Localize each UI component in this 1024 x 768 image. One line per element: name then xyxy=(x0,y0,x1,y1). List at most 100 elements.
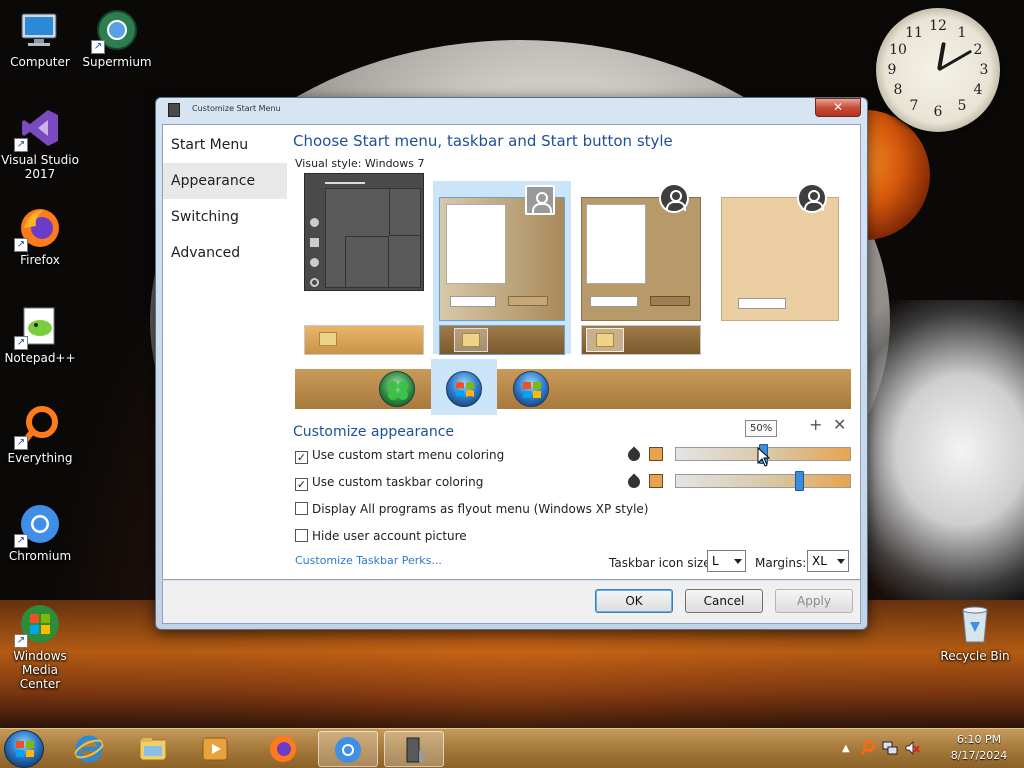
dialog-titlebar[interactable]: Customize Start Menu ✕ xyxy=(156,98,867,122)
checkbox-hide-user-picture[interactable]: Hide user account picture xyxy=(295,529,595,545)
clock-number: 4 xyxy=(973,82,983,98)
apply-button[interactable]: Apply xyxy=(775,589,853,613)
desktop-icon-computer[interactable]: Computer xyxy=(0,8,80,69)
clock-time: 6:10 PM xyxy=(956,733,1002,746)
start-button-windows-8[interactable] xyxy=(513,371,549,407)
start-button-clover[interactable] xyxy=(379,371,415,407)
taskbar-customize-start-menu[interactable] xyxy=(384,731,444,767)
shortcut-arrow-icon: ↗ xyxy=(14,436,28,450)
style-thumbnail-classic[interactable] xyxy=(721,197,839,321)
checkbox-box[interactable]: ✓ xyxy=(295,451,308,464)
taskbar-preview-classic[interactable] xyxy=(581,325,701,355)
nav-switching[interactable]: Switching xyxy=(163,199,287,235)
checkbox-label: Hide user account picture xyxy=(312,529,467,543)
clock-number: 9 xyxy=(887,62,897,78)
desktop-icon-label: Visual Studio 2017 xyxy=(1,153,79,181)
taskbar-color-swatch[interactable] xyxy=(649,474,663,488)
desktop-icon-label: Computer xyxy=(10,55,70,69)
search-box-preview xyxy=(738,298,786,309)
visual-studio-icon: ↗ xyxy=(14,106,62,152)
network-icon[interactable] xyxy=(882,740,898,756)
shortcut-arrow-icon: ↗ xyxy=(14,634,28,648)
desktop-icon-visual-studio[interactable]: ↗ Visual Studio 2017 xyxy=(0,106,80,181)
mouse-cursor-icon xyxy=(757,447,771,467)
checkbox-label: Display All programs as flyout menu (Win… xyxy=(312,502,649,516)
ok-button[interactable]: OK xyxy=(595,589,673,613)
internet-explorer-icon xyxy=(74,735,104,763)
desktop-icon-recycle-bin[interactable]: Recycle Bin xyxy=(935,602,1015,663)
taskbar-preview-windows-7[interactable] xyxy=(439,325,565,355)
slider-thumb[interactable] xyxy=(795,471,804,491)
windows-logo-icon xyxy=(16,741,34,757)
start-menu-app-icon xyxy=(406,737,425,763)
checkbox-box[interactable] xyxy=(295,529,308,542)
nav-appearance[interactable]: Appearance xyxy=(163,163,287,199)
supermium-icon: ↗ xyxy=(91,8,139,54)
margins-dropdown[interactable]: XL xyxy=(807,550,849,572)
clock-number: 11 xyxy=(905,25,923,41)
cancel-button[interactable]: Cancel xyxy=(685,589,763,613)
taskbar-preview-windows-10[interactable] xyxy=(304,325,424,355)
desktop-icon-label: Recycle Bin xyxy=(940,649,1010,663)
close-button[interactable]: ✕ xyxy=(815,98,861,117)
dialog-content: Start Menu Appearance Switching Advanced… xyxy=(162,124,861,580)
checkbox-all-programs-flyout[interactable]: Display All programs as flyout menu (Win… xyxy=(295,502,655,518)
volume-muted-icon[interactable] xyxy=(904,740,920,756)
nav-start-menu[interactable]: Start Menu xyxy=(163,127,287,163)
recycle-bin-icon xyxy=(953,602,997,646)
desktop-icon-everything[interactable]: ↗ Everything xyxy=(0,404,80,465)
desktop-icon-firefox[interactable]: ↗ Firefox xyxy=(0,206,80,267)
start-menu-color-swatch[interactable] xyxy=(649,447,663,461)
dialog-footer: OK Cancel Apply xyxy=(162,580,861,624)
start-button-windows-7[interactable] xyxy=(446,371,482,407)
search-box-preview xyxy=(590,296,638,307)
taskbar-clock[interactable]: 6:10 PM 8/17/2024 xyxy=(944,733,1014,762)
checkbox-box[interactable]: ✓ xyxy=(295,478,308,491)
style-thumbnail-windows-10[interactable] xyxy=(304,173,424,291)
transparency-drop-icon xyxy=(625,473,643,491)
taskbar-chromium[interactable] xyxy=(318,731,378,767)
desktop-icon-supermium[interactable]: ↗ Supermium xyxy=(77,8,157,69)
customize-appearance-heading: Customize appearance xyxy=(293,424,454,440)
customize-start-menu-dialog: Customize Start Menu ✕ Start Menu Appear… xyxy=(155,97,868,630)
desktop-icon-windows-media-center[interactable]: ↗ Windows Media Center xyxy=(0,602,80,691)
clock-number: 1 xyxy=(957,25,967,41)
clock-number: 5 xyxy=(957,98,967,114)
show-hidden-icons-chevron-icon[interactable]: ▲ xyxy=(842,743,850,754)
taskbar: ▲ 6:10 PM 8/17/2024 xyxy=(0,728,1024,768)
clock-number: 8 xyxy=(893,82,903,98)
app-icon xyxy=(168,103,180,117)
clock-number: 7 xyxy=(909,98,919,114)
taskbar-internet-explorer[interactable] xyxy=(60,731,120,767)
chromium-icon: ↗ xyxy=(14,502,62,548)
checkbox-custom-start-menu-coloring[interactable]: ✓ Use custom start menu coloring xyxy=(295,448,595,464)
start-menu-preview xyxy=(586,204,646,284)
firefox-icon xyxy=(270,736,296,762)
close-icon[interactable]: ✕ xyxy=(833,415,846,434)
taskbar-opacity-slider[interactable] xyxy=(675,471,851,491)
dropdown-value: L xyxy=(712,554,719,568)
taskbar-icon-size-label: Taskbar icon size: xyxy=(609,556,715,570)
checkbox-custom-taskbar-coloring[interactable]: ✓ Use custom taskbar coloring xyxy=(295,475,595,491)
start-button[interactable] xyxy=(4,730,44,768)
clock-gadget[interactable]: 12 1 2 3 4 5 6 7 8 9 10 11 xyxy=(876,8,1000,132)
desktop-icon-label: Windows Media Center xyxy=(13,649,67,691)
checkbox-box[interactable] xyxy=(295,502,308,515)
nav-advanced[interactable]: Advanced xyxy=(163,235,287,271)
desktop-icon-chromium[interactable]: ↗ Chromium xyxy=(0,502,80,563)
desktop-icon-notepad-plus-plus[interactable]: ↗ Notepad++ xyxy=(0,304,80,365)
folder-icon xyxy=(139,738,167,761)
slider-value-tooltip: 50% xyxy=(745,420,778,437)
everything-tray-icon[interactable] xyxy=(860,740,876,756)
style-thumbnail-classic-two-column[interactable] xyxy=(581,197,701,321)
visual-style-label: Visual style: Windows 7 xyxy=(295,157,425,170)
taskbar-media-player[interactable] xyxy=(186,731,246,767)
style-thumbnail-windows-7[interactable] xyxy=(439,197,565,321)
add-icon[interactable]: + xyxy=(809,415,822,434)
taskbar-icon-size-dropdown[interactable]: L xyxy=(707,550,746,572)
taskbar-firefox[interactable] xyxy=(254,731,314,767)
notepad-plus-plus-icon: ↗ xyxy=(14,304,62,350)
customize-taskbar-perks-link[interactable]: Customize Taskbar Perks... xyxy=(295,554,442,567)
everything-icon: ↗ xyxy=(14,404,62,450)
taskbar-file-explorer[interactable] xyxy=(124,731,184,767)
